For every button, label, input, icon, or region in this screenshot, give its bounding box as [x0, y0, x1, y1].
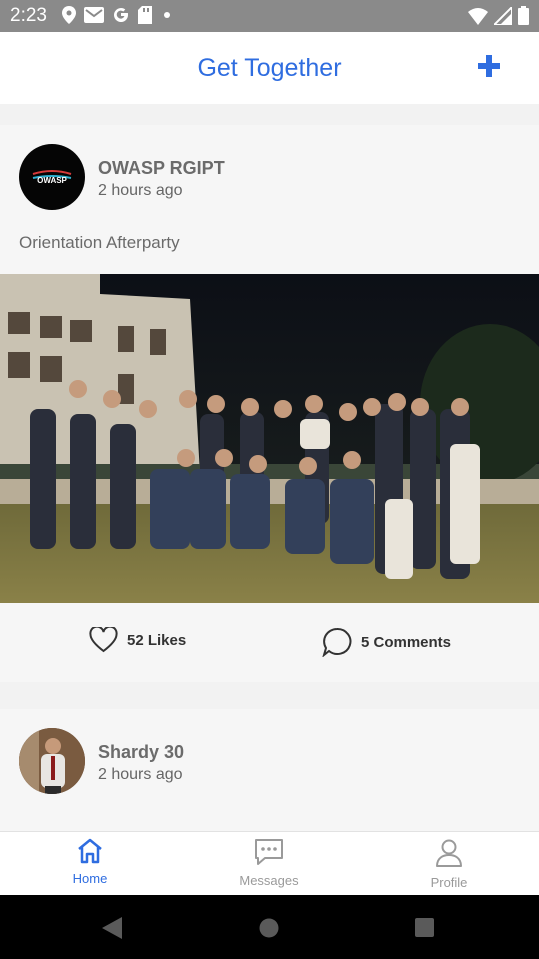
signal-icon	[494, 6, 512, 25]
gmail-icon	[84, 7, 104, 23]
back-icon[interactable]	[102, 917, 122, 939]
tab-home[interactable]: Home	[20, 838, 160, 886]
post-author[interactable]: Shardy 30	[98, 742, 184, 763]
heart-icon	[89, 627, 118, 653]
app-title: Get Together	[197, 54, 342, 82]
like-button[interactable]: 52 Likes	[89, 627, 186, 653]
person-icon	[436, 839, 462, 867]
tab-home-label: Home	[72, 871, 108, 886]
tab-messages[interactable]: Messages	[199, 838, 339, 888]
wifi-icon	[468, 7, 488, 25]
avatar-photo	[19, 728, 85, 794]
tab-profile-label: Profile	[430, 875, 468, 890]
system-nav-bar	[0, 895, 539, 959]
post-card: OWASP OWASP RGIPT 2 hours ago Orientatio…	[0, 125, 539, 682]
battery-icon	[518, 6, 529, 25]
dot-icon	[164, 12, 170, 18]
post-photo[interactable]	[0, 274, 539, 603]
tab-profile[interactable]: Profile	[379, 838, 519, 890]
home-icon	[78, 838, 102, 864]
post-caption: Orientation Afterparty	[19, 233, 180, 252]
post-actions: 52 Likes 5 Comments	[0, 603, 539, 682]
home-circle-icon[interactable]	[259, 918, 279, 938]
post-author[interactable]: OWASP RGIPT	[98, 158, 225, 179]
chat-icon	[255, 839, 283, 865]
avatar[interactable]	[19, 728, 85, 794]
location-icon	[62, 6, 76, 24]
recents-icon[interactable]	[415, 918, 434, 937]
sd-card-icon	[138, 6, 152, 24]
post-time: 2 hours ago	[98, 182, 183, 199]
status-bar: 2:23	[0, 0, 539, 32]
plus-icon[interactable]	[475, 52, 503, 80]
comments-count: 5 Comments	[361, 633, 452, 651]
avatar[interactable]: OWASP	[19, 144, 85, 210]
app-header: Get Together	[0, 32, 539, 104]
likes-count: 52 Likes	[127, 631, 187, 649]
status-time: 2:23	[10, 5, 47, 26]
avatar-logo-text: OWASP	[37, 176, 67, 185]
post-time: 2 hours ago	[98, 766, 183, 783]
post-card: Shardy 30 2 hours ago	[0, 709, 539, 831]
comment-button[interactable]: 5 Comments	[322, 627, 451, 657]
tab-messages-label: Messages	[239, 873, 299, 888]
owasp-logo: OWASP	[32, 170, 72, 185]
comment-icon	[322, 627, 352, 657]
bottom-tab-bar: Home Messages Profile	[0, 831, 539, 896]
google-icon	[114, 8, 129, 23]
